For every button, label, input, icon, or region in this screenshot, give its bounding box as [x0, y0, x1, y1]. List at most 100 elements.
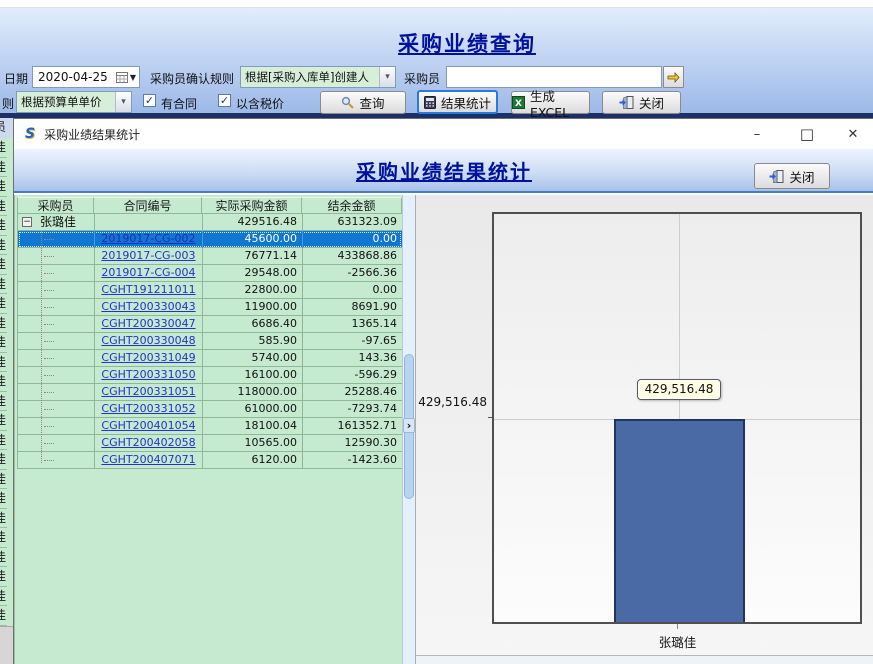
background-grid-footer [0, 626, 13, 664]
table-row[interactable]: CGHT200330047 6686.40 1365.14 [18, 316, 402, 333]
chevron-down-icon[interactable]: ▾ [115, 92, 131, 112]
background-grid-row-fragment: 佳 [0, 255, 7, 275]
balance-amount-cell: -2566.36 [303, 265, 403, 282]
table-row[interactable]: CGHT191211011 22800.00 0.00 [18, 282, 402, 299]
contract-link[interactable]: 2019017-CG-002 [101, 232, 195, 245]
contract-link[interactable]: CGHT200330048 [101, 334, 195, 347]
table-row[interactable]: 2019017-CG-002 45600.00 0.00 [18, 231, 402, 248]
contract-link[interactable]: CGHT200331049 [101, 351, 195, 364]
date-input[interactable]: 2020-04-25 ▼ [32, 66, 140, 88]
results-table-pane: 采购员 合同编号 实际采购金额 结余金额 − 张璐佳 429516.48 6 [14, 195, 402, 664]
table-row[interactable]: CGHT200331049 5740.00 143.36 [18, 350, 402, 367]
splitter-collapse-button[interactable]: › [403, 418, 415, 433]
tree-cell [18, 316, 95, 333]
result-stats-button[interactable]: 结果统计 [417, 90, 498, 114]
x-axis-category-label: 张璐佳 [617, 632, 738, 651]
tree-connector [44, 290, 54, 291]
contract-link[interactable]: CGHT200407071 [101, 453, 195, 466]
svg-text:X: X [515, 99, 522, 109]
contract-link[interactable]: CGHT200330043 [101, 300, 195, 313]
contract-link[interactable]: CGHT200330047 [101, 317, 195, 330]
tree-cell [18, 231, 95, 248]
export-excel-button[interactable]: X 生成EXCEL [511, 91, 590, 114]
background-grid-row-fragment: 佳 [0, 431, 7, 451]
date-label: 日期 [4, 70, 28, 87]
tax-price-checkbox[interactable]: ✓ [218, 94, 231, 107]
background-grid-row-fragment: 佳 [0, 548, 7, 568]
table-row[interactable]: CGHT200330043 11900.00 8691.90 [18, 299, 402, 316]
background-grid-row-fragment: 佳 [0, 138, 7, 158]
tree-cell [18, 367, 95, 384]
background-grid-row-fragment: 佳 [0, 353, 7, 373]
contract-link[interactable]: 2019017-CG-004 [101, 266, 195, 279]
table-scrollbar[interactable]: › [402, 195, 415, 664]
background-grid-row-fragment: 佳 [0, 587, 7, 607]
contract-link[interactable]: CGHT200331052 [101, 402, 195, 415]
hand-picker-icon [667, 72, 680, 83]
col-buyer[interactable]: 采购员 [17, 197, 94, 214]
minimize-button[interactable]: – [740, 119, 774, 149]
contract-cell: CGHT200330048 [95, 333, 203, 350]
collapse-expander[interactable]: − [22, 217, 32, 227]
screen: 采购业绩查询 日期 2020-04-25 ▼ 采购员确认规则 根据[采购入库单]… [0, 0, 873, 664]
table-group-row[interactable]: − 张璐佳 429516.48 631323.09 [18, 214, 402, 231]
date-dropdown-arrow-icon[interactable]: ▼ [130, 73, 136, 82]
tree-cell [18, 384, 95, 401]
balance-amount-cell: -97.65 [303, 333, 403, 350]
price-rule-select[interactable]: 根据预算单单价 ▾ [16, 91, 132, 113]
dialog-titlebar[interactable]: S 采购业绩结果统计 – □ ✕ [14, 119, 873, 149]
contract-link[interactable]: 2019017-CG-003 [101, 249, 195, 262]
query-button[interactable]: 查询 [320, 91, 406, 114]
table-row[interactable]: 2019017-CG-004 29548.00 -2566.36 [18, 265, 402, 282]
desktop-top-strip [0, 0, 873, 8]
table-row[interactable]: CGHT200330048 585.90 -97.65 [18, 333, 402, 350]
background-grid-row-fragment: 佳 [0, 177, 7, 197]
app-logo-icon: S [25, 126, 35, 142]
buyer-name: 张璐佳 [40, 214, 76, 230]
col-contract[interactable]: 合同编号 [94, 197, 202, 214]
background-grid-row-fragment: 佳 [0, 470, 7, 490]
contract-link[interactable]: CGHT191211011 [101, 283, 195, 296]
contract-link[interactable]: CGHT200401054 [101, 419, 195, 432]
table-row[interactable]: CGHT200407071 6120.00 -1423.60 [18, 452, 402, 469]
bar-value-tooltip: 429,516.48 [637, 379, 721, 400]
bar-zhanglujia[interactable] [614, 419, 745, 622]
calendar-icon[interactable] [116, 71, 128, 83]
background-grid-row-fragment: 佳 [0, 489, 7, 509]
balance-amount-cell: 12590.30 [303, 435, 403, 452]
tree-cell [18, 299, 95, 316]
tree-connector [44, 460, 54, 461]
background-grid-row-fragment: 佳 [0, 450, 7, 470]
tree-connector [44, 426, 54, 427]
contract-link[interactable]: CGHT200402058 [101, 436, 195, 449]
table-row[interactable]: CGHT200331051 118000.00 25288.46 [18, 384, 402, 401]
table-row[interactable]: 2019017-CG-003 76771.14 433868.86 [18, 248, 402, 265]
buyer-picker-button[interactable] [663, 66, 684, 88]
contract-link[interactable]: CGHT200331051 [101, 385, 195, 398]
background-grid-row-fragment: 佳 [0, 509, 7, 529]
table-row[interactable]: CGHT200331050 16100.00 -596.29 [18, 367, 402, 384]
close-query-button[interactable]: 关闭 [602, 91, 681, 114]
close-dialog-button[interactable]: 关闭 [754, 163, 830, 189]
has-contract-checkbox[interactable]: ✓ [143, 94, 156, 107]
col-balance[interactable]: 结余金额 [302, 197, 402, 214]
contract-link[interactable]: CGHT200331050 [101, 368, 195, 381]
buyer-rule-value: 根据[采购入库单]创建人 [245, 69, 369, 85]
dialog-title: 采购业绩结果统计 [14, 156, 873, 185]
chevron-down-icon[interactable]: ▾ [379, 67, 395, 87]
query-button-label: 查询 [359, 93, 384, 112]
dialog-content: 采购员 合同编号 实际采购金额 结余金额 − 张璐佳 429516.48 6 [14, 195, 873, 664]
buyer-rule-select[interactable]: 根据[采购入库单]创建人 ▾ [240, 66, 396, 88]
background-grid-row-fragment: 佳 [0, 236, 7, 256]
table-row[interactable]: CGHT200331052 61000.00 -7293.74 [18, 401, 402, 418]
tree-guide-line [41, 231, 42, 463]
col-actual[interactable]: 实际采购金额 [202, 197, 302, 214]
contract-cell: CGHT200331049 [95, 350, 203, 367]
result-stats-dialog: S 采购业绩结果统计 – □ ✕ 采购业绩结果统计 关闭 采购员 合同编号 实际… [13, 118, 873, 664]
tree-cell [18, 452, 95, 469]
close-dialog-button-label: 关闭 [789, 167, 814, 186]
close-window-button[interactable]: ✕ [836, 119, 870, 149]
table-row[interactable]: CGHT200401054 18100.04 161352.71 [18, 418, 402, 435]
table-row[interactable]: CGHT200402058 10565.00 12590.30 [18, 435, 402, 452]
maximize-button[interactable]: □ [790, 119, 824, 149]
